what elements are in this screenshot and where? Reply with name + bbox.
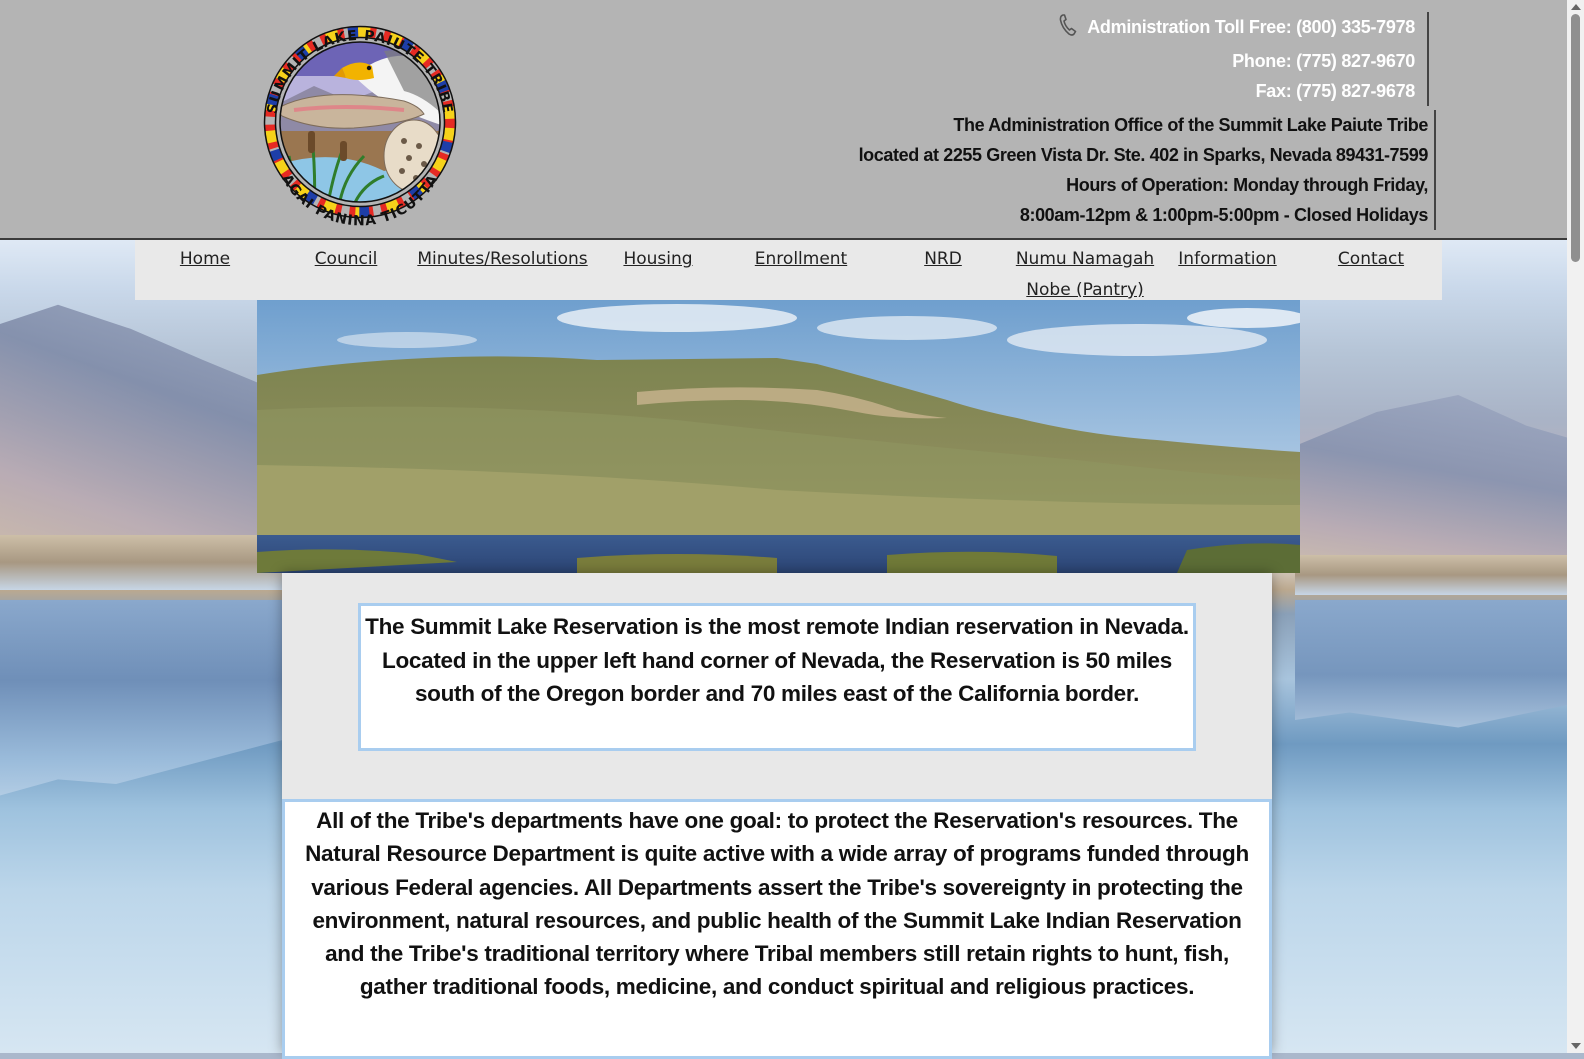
phone-icon (1059, 13, 1077, 46)
scroll-thumb[interactable] (1571, 14, 1580, 262)
nav-housing[interactable]: Housing (613, 244, 703, 275)
background-shore-right (1295, 555, 1567, 595)
mission-box: All of the Tribe's departments have one … (282, 799, 1272, 1059)
toll-free-text: Administration Toll Free: (800) 335-7978 (1087, 17, 1415, 37)
office-line-4: 8:00am-12pm & 1:00pm-5:00pm - Closed Hol… (1019, 205, 1429, 225)
tribe-logo[interactable]: SUMMIT LAKE PAIUTE TRIBE AGAI PANINA TIC… (254, 6, 466, 232)
toll-free-line: Administration Toll Free: (800) 335-7978 (995, 12, 1415, 46)
main-content: The Summit Lake Reservation is the most … (282, 573, 1272, 1059)
nav-contact[interactable]: Contact (1325, 244, 1417, 275)
intro-text: The Summit Lake Reservation is the most … (365, 614, 1189, 706)
intro-box: The Summit Lake Reservation is the most … (358, 603, 1196, 751)
contact-block: Administration Toll Free: (800) 335-7978… (995, 12, 1429, 106)
scroll-down-arrow-icon[interactable] (1571, 1043, 1581, 1049)
nav-information[interactable]: Information (1175, 244, 1280, 275)
nav-minutes-resolutions[interactable]: Minutes/Resolutions (415, 244, 590, 275)
site-header: SUMMIT LAKE PAIUTE TRIBE AGAI PANINA TIC… (0, 0, 1567, 240)
hero-landscape-image (257, 300, 1300, 573)
mission-text: All of the Tribe's departments have one … (305, 808, 1249, 1000)
nav-pantry-line-2: Nobe (Pantry) (1026, 280, 1144, 300)
nav-nrd[interactable]: NRD (913, 244, 973, 275)
office-line-1: The Administration Office of the Summit … (953, 115, 1428, 135)
page-scrollbar[interactable] (1567, 0, 1584, 1053)
fax-text: Fax: (775) 827-9678 (1255, 81, 1416, 101)
nav-pantry-line-1: Numu Namagah (1015, 249, 1155, 269)
nav-enrollment[interactable]: Enrollment (745, 244, 857, 275)
office-line-2: located at 2255 Green Vista Dr. Ste. 402… (858, 145, 1429, 165)
office-line-3: Hours of Operation: Monday through Frida… (1066, 175, 1428, 195)
nav-home[interactable]: Home (165, 244, 245, 275)
background-shore-left (0, 535, 290, 590)
nav-pantry[interactable]: Numu Namagah Nobe (Pantry) (1005, 244, 1165, 306)
main-nav: Home Council Minutes/Resolutions Housing… (135, 240, 1442, 300)
nav-council[interactable]: Council (305, 244, 387, 275)
office-info-block: The Administration Office of the Summit … (808, 110, 1436, 230)
phone-text: Phone: (775) 827-9670 (1232, 51, 1415, 71)
scroll-up-arrow-icon[interactable] (1571, 4, 1581, 10)
